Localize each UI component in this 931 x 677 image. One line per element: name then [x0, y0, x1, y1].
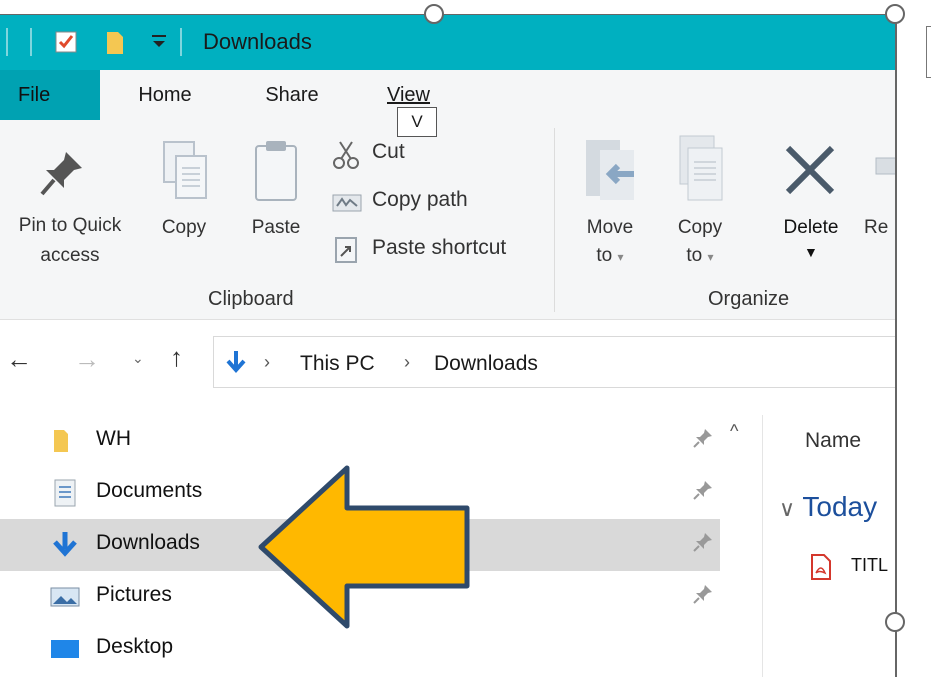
- paste-shortcut-label: Paste shortcut: [372, 236, 507, 259]
- folder-icon: [54, 430, 68, 452]
- pdf-file-icon: [811, 554, 831, 580]
- delete-x-icon: [785, 145, 835, 195]
- copy-to-label-line1: Copy: [677, 217, 723, 238]
- title-separator: [180, 28, 182, 56]
- tab-home[interactable]: Home: [100, 70, 230, 120]
- move-to-button[interactable]: Move to ▾: [570, 120, 650, 280]
- chevron-down-icon: ▾: [707, 250, 714, 264]
- recent-locations-chevron-icon[interactable]: ⌄: [132, 350, 144, 367]
- move-to-label-text: to: [596, 245, 613, 266]
- pin-icon[interactable]: [692, 427, 714, 449]
- resize-handle[interactable]: [885, 612, 905, 632]
- scissors-icon: [333, 141, 359, 169]
- delete-label: Delete: [783, 217, 839, 238]
- paste-icon: [255, 141, 297, 201]
- copy-to-label-line2: to ▾: [660, 242, 740, 271]
- breadcrumb-chevron-icon[interactable]: ›: [404, 352, 410, 373]
- pin-label-line2: access: [40, 245, 100, 266]
- title-bar: Downloads: [0, 14, 895, 70]
- download-arrow-icon: [53, 532, 77, 557]
- copy-to-label-text: to: [686, 245, 703, 266]
- yellow-arrow-annotation: [258, 465, 470, 629]
- pin-icon[interactable]: [692, 479, 714, 501]
- ribbon-home: Pin to Quick access Copy Paste Cut Copy …: [0, 120, 895, 320]
- canvas: Downloads File Home Share View Pin to Qu…: [0, 0, 931, 677]
- chevron-down-icon: ∨: [779, 496, 796, 521]
- ribbon-group-separator: [554, 128, 555, 312]
- resize-handle[interactable]: [885, 4, 905, 24]
- nav-item-label: Documents: [96, 479, 203, 502]
- layout-options-box[interactable]: [926, 26, 931, 78]
- documents-icon: [54, 479, 76, 507]
- properties-icon[interactable]: [53, 29, 79, 55]
- copy-to-icon: [679, 135, 723, 201]
- chevron-down-icon: ▾: [617, 250, 624, 264]
- clipboard-group-label: Clipboard: [208, 288, 294, 310]
- copy-label: Copy: [161, 217, 207, 238]
- rename-label: Re: [864, 217, 889, 238]
- ribbon-tabs: File Home Share View: [0, 70, 895, 120]
- desktop-icon: [51, 640, 79, 658]
- breadcrumb-chevron-icon[interactable]: ›: [264, 352, 270, 373]
- rename-icon: [875, 157, 895, 175]
- paste-shortcut-button[interactable]: Paste shortcut: [330, 234, 550, 268]
- paste-label: Paste: [251, 217, 301, 238]
- nav-item-label: Desktop: [96, 635, 174, 658]
- delete-button[interactable]: Delete ▼: [768, 120, 854, 280]
- move-to-icon: [586, 140, 634, 200]
- file-list: Name ∨ Today TITL: [763, 415, 895, 677]
- copy-path-label: Copy path: [372, 188, 468, 211]
- back-arrow-icon[interactable]: ←: [6, 344, 32, 375]
- breadcrumb-this-pc[interactable]: This PC: [300, 352, 375, 376]
- nav-item-label: WH: [96, 427, 131, 450]
- up-arrow-icon[interactable]: ↑: [170, 342, 183, 373]
- group-header-today[interactable]: ∨ Today: [779, 491, 877, 523]
- paste-shortcut-icon: [335, 237, 357, 263]
- tab-share[interactable]: Share: [230, 70, 354, 120]
- copy-path-icon: [332, 194, 362, 212]
- file-explorer-window: Downloads File Home Share View Pin to Qu…: [0, 0, 895, 677]
- navigation-bar: ← → ⌄ ↑ › This PC › Downloads: [0, 320, 895, 415]
- nav-item-label: Downloads: [96, 531, 200, 554]
- move-to-label-line1: Move: [586, 217, 634, 238]
- pin-to-quick-access-button[interactable]: Pin to Quick access: [0, 120, 140, 280]
- nav-item-wh[interactable]: WH: [0, 415, 720, 467]
- pin-icon[interactable]: [692, 583, 714, 605]
- move-to-label-line2: to ▾: [570, 242, 650, 271]
- keytip-view: V: [397, 107, 437, 137]
- rename-button[interactable]: Re: [858, 120, 895, 280]
- window-title: Downloads: [203, 29, 312, 54]
- organize-group-label: Organize: [708, 288, 790, 310]
- breadcrumb-downloads[interactable]: Downloads: [434, 352, 538, 376]
- chevron-down-icon: ▼: [804, 244, 818, 260]
- selection-frame-top: [0, 14, 895, 15]
- pin-icon: [40, 152, 82, 196]
- title-separator: [6, 28, 8, 56]
- column-header-name[interactable]: Name: [805, 429, 861, 453]
- copy-path-button[interactable]: Copy path: [330, 186, 530, 220]
- resize-handle[interactable]: [424, 4, 444, 24]
- tab-file[interactable]: File: [0, 70, 100, 120]
- download-arrow-icon: [226, 351, 246, 374]
- cut-button[interactable]: Cut: [330, 138, 440, 172]
- nav-item-label: Pictures: [96, 583, 172, 606]
- paste-button[interactable]: Paste: [240, 120, 312, 280]
- title-separator: [30, 28, 32, 56]
- pin-icon[interactable]: [692, 531, 714, 553]
- selection-frame-right: [895, 14, 897, 677]
- scroll-up-icon[interactable]: ^: [730, 421, 738, 442]
- group-header-label: Today: [802, 491, 878, 522]
- pictures-icon: [50, 587, 80, 607]
- customize-dropdown-icon[interactable]: [150, 29, 168, 53]
- file-name[interactable]: TITL: [851, 555, 888, 576]
- tab-view-label: View: [387, 84, 430, 106]
- copy-button[interactable]: Copy: [150, 120, 218, 280]
- pin-label-line1: Pin to Quick: [18, 215, 122, 236]
- new-folder-icon[interactable]: [104, 29, 126, 57]
- copy-icon: [163, 141, 207, 199]
- copy-to-button[interactable]: Copy to ▾: [660, 120, 740, 280]
- address-bar[interactable]: › This PC › Downloads: [213, 336, 895, 388]
- cut-label: Cut: [372, 140, 405, 163]
- forward-arrow-icon[interactable]: →: [74, 344, 100, 375]
